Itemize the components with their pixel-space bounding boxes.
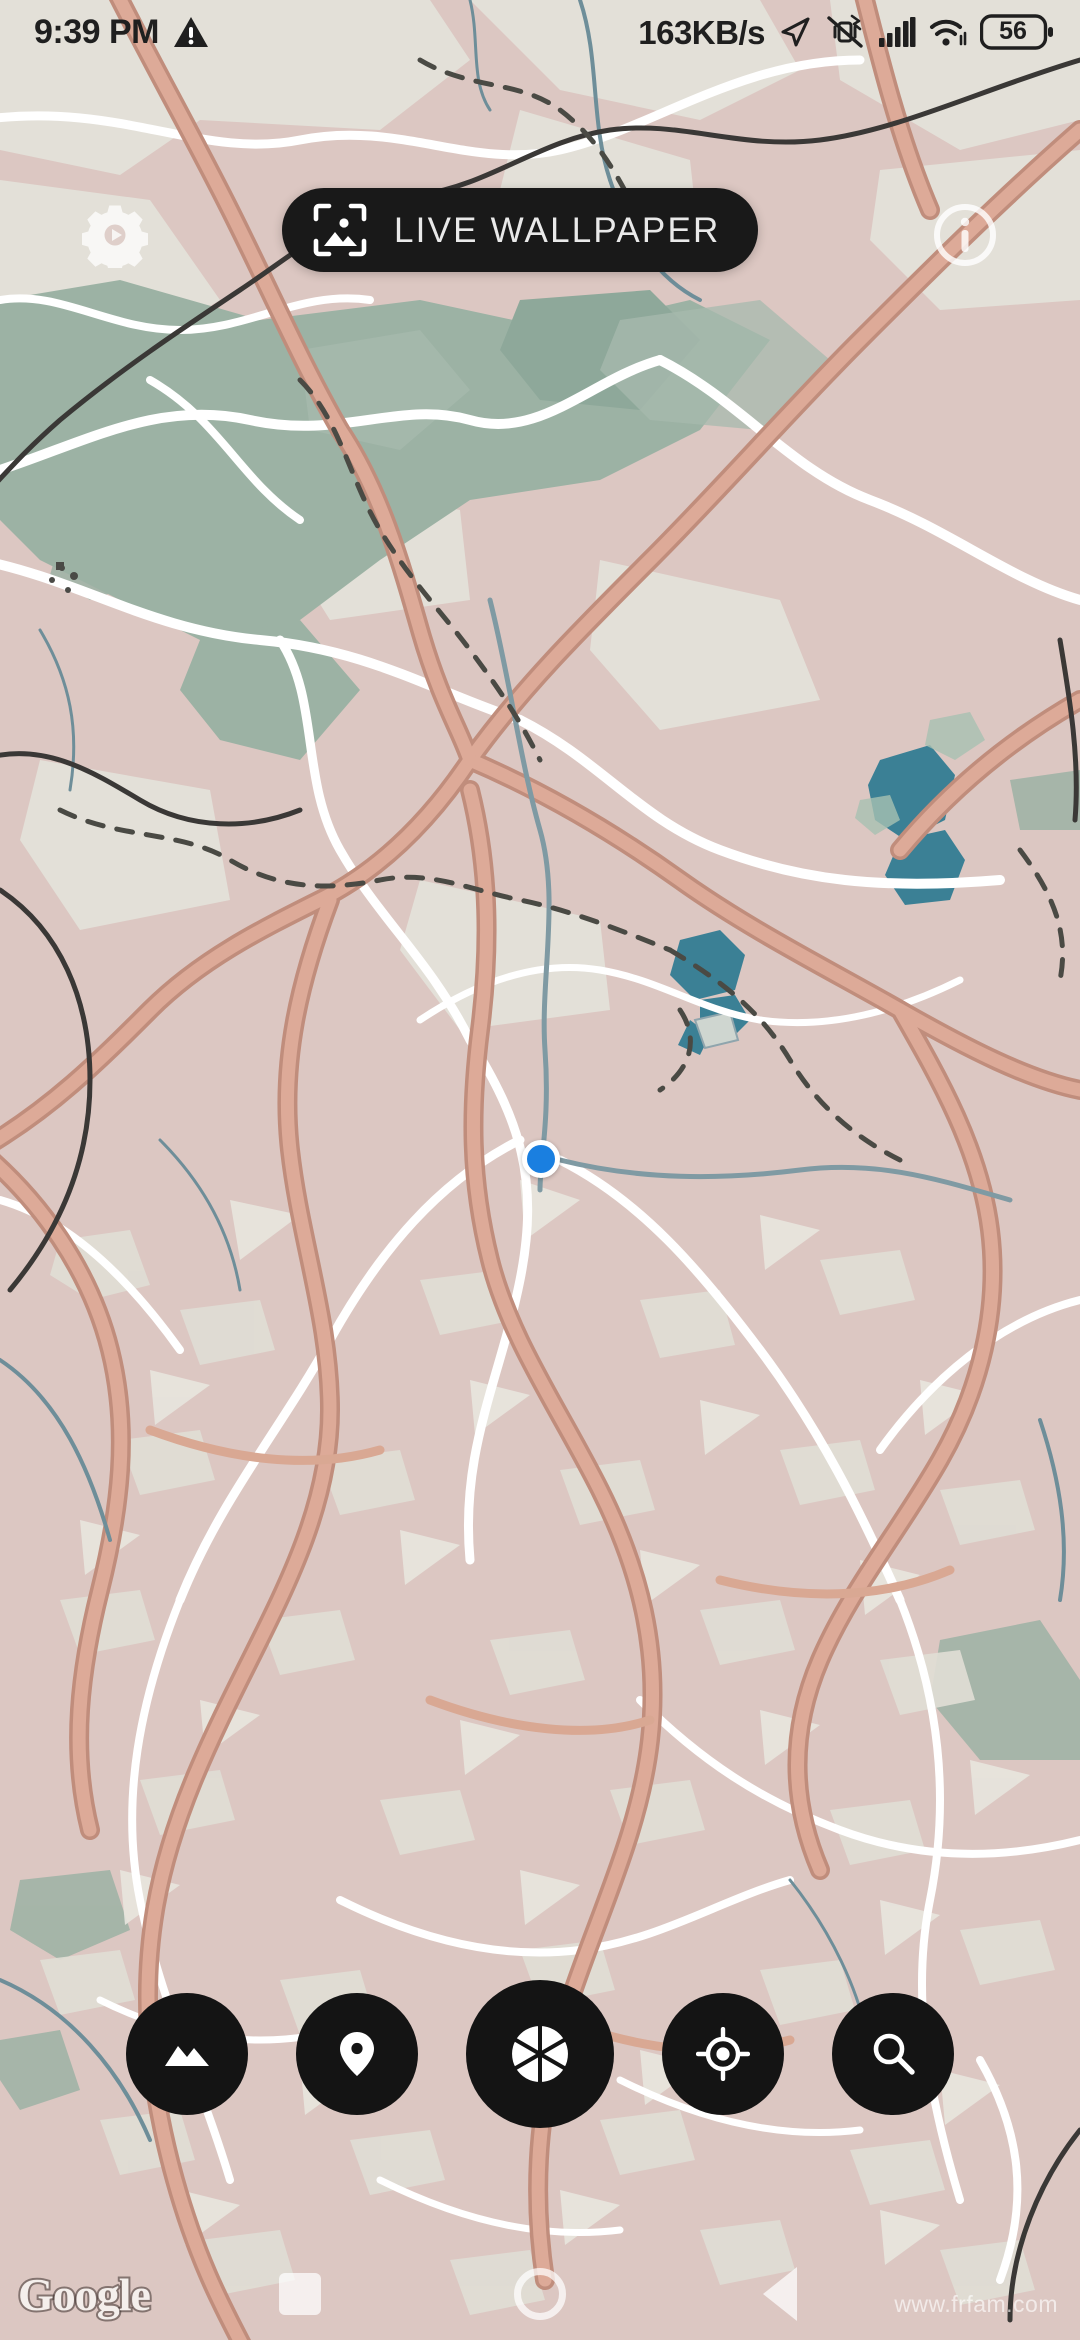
home-button[interactable] xyxy=(514,2268,566,2320)
vibrate-off-icon xyxy=(827,14,863,48)
back-button[interactable] xyxy=(763,2267,797,2321)
image-frame-icon xyxy=(313,203,367,257)
capture-button[interactable] xyxy=(466,1980,614,2128)
clock: 9:39 PM xyxy=(34,13,160,51)
nav-recents-slot[interactable] xyxy=(180,2273,420,2315)
status-bar-right: 163KB/s 56 xyxy=(638,14,1054,50)
network-speed: 163KB/s xyxy=(638,13,765,51)
mountains-icon xyxy=(165,2046,209,2066)
warning-triangle-icon xyxy=(174,17,208,47)
live-wallpaper-banner[interactable]: LIVE WALLPAPER xyxy=(282,188,759,272)
action-bar xyxy=(0,1980,1080,2128)
gps-crosshair-icon xyxy=(696,2027,750,2081)
wifi-icon xyxy=(930,19,967,46)
nav-back-slot[interactable] xyxy=(660,2267,900,2321)
android-nav-bar xyxy=(0,2248,1080,2340)
place-button[interactable] xyxy=(296,1993,418,2115)
battery-level: 56 xyxy=(999,16,1027,45)
battery-indicator: 56 xyxy=(980,14,1054,50)
locate-button[interactable] xyxy=(662,1993,784,2115)
location-arrow-icon xyxy=(781,17,810,47)
live-wallpaper-label: LIVE WALLPAPER xyxy=(394,210,721,250)
nav-home-slot[interactable] xyxy=(420,2268,660,2320)
recents-button[interactable] xyxy=(279,2273,321,2315)
status-bar-left: 9:39 PM xyxy=(34,15,209,49)
info-circle-icon[interactable] xyxy=(930,200,1000,270)
search-icon xyxy=(873,2033,915,2075)
cellular-signal-icon xyxy=(879,17,916,47)
landscape-button[interactable] xyxy=(126,1993,248,2115)
search-button[interactable] xyxy=(832,1993,954,2115)
camera-aperture-icon xyxy=(512,2024,568,2084)
current-location-dot xyxy=(522,1140,560,1178)
map-pin-icon xyxy=(340,2032,374,2076)
phone-screen: 9:39 PM 163KB/s 56 LIVE WALLPAPER Google… xyxy=(0,0,1080,2340)
status-bar: 9:39 PM 163KB/s 56 xyxy=(0,0,1080,64)
gear-icon[interactable] xyxy=(82,202,148,268)
